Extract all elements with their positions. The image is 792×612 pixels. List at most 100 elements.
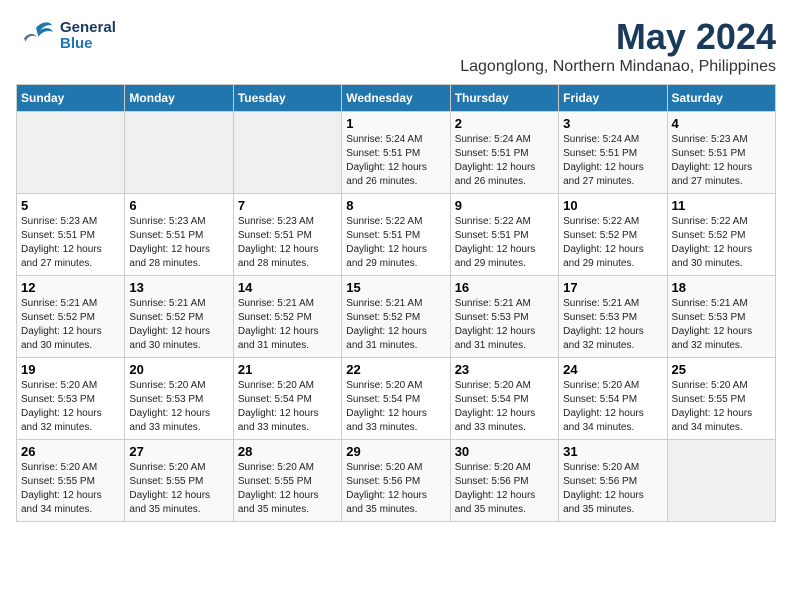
main-title: May 2024 [460,16,776,58]
calendar-cell-w5-d2: 27 Sunrise: 5:20 AMSunset: 5:55 PMDayligh… [125,440,233,522]
day-number: 5 [21,198,120,213]
day-info: Sunrise: 5:21 AMSunset: 5:52 PMDaylight:… [238,297,337,353]
calendar-cell-w3-d5: 16 Sunrise: 5:21 AMSunset: 5:53 PMDayligh… [450,276,558,358]
day-info: Sunrise: 5:22 AMSunset: 5:52 PMDaylight:… [563,215,662,271]
calendar-cell-w4-d1: 19 Sunrise: 5:20 AMSunset: 5:53 PMDayligh… [17,358,125,440]
header-monday: Monday [125,85,233,112]
header-tuesday: Tuesday [233,85,341,112]
calendar-cell-w2-d3: 7Sunrise: 5:23 AMSunset: 5:51 PMDaylight… [233,194,341,276]
day-number: 30 [455,444,554,459]
day-info: Sunrise: 5:20 AMSunset: 5:54 PMDaylight:… [346,379,445,435]
day-info: Sunrise: 5:24 AMSunset: 5:51 PMDaylight:… [455,133,554,189]
day-info: Sunrise: 5:20 AMSunset: 5:55 PMDaylight:… [672,379,771,435]
day-number: 29 [346,444,445,459]
calendar-cell-w1-d6: 3Sunrise: 5:24 AMSunset: 5:51 PMDaylight… [559,112,667,194]
calendar-cell-w2-d4: 8Sunrise: 5:22 AMSunset: 5:51 PMDaylight… [342,194,450,276]
day-number: 24 [563,362,662,377]
header-friday: Friday [559,85,667,112]
day-info: Sunrise: 5:21 AMSunset: 5:52 PMDaylight:… [346,297,445,353]
day-number: 21 [238,362,337,377]
day-info: Sunrise: 5:23 AMSunset: 5:51 PMDaylight:… [21,215,120,271]
day-info: Sunrise: 5:20 AMSunset: 5:55 PMDaylight:… [129,461,228,517]
day-number: 26 [21,444,120,459]
header-thursday: Thursday [450,85,558,112]
day-info: Sunrise: 5:23 AMSunset: 5:51 PMDaylight:… [129,215,228,271]
day-info: Sunrise: 5:20 AMSunset: 5:54 PMDaylight:… [455,379,554,435]
calendar-cell-w3-d1: 12Sunrise: 5:21 AMSunset: 5:52 PMDayligh… [17,276,125,358]
logo-blue-text: Blue [60,36,116,53]
subtitle: Lagonglong, Northern Mindanao, Philippin… [460,58,776,76]
day-number: 25 [672,362,771,377]
day-number: 7 [238,198,337,213]
day-number: 11 [672,198,771,213]
day-number: 2 [455,116,554,131]
calendar-cell-w1-d2 [125,112,233,194]
day-number: 16 [455,280,554,295]
title-area: May 2024 Lagonglong, Northern Mindanao, … [460,16,776,76]
day-number: 10 [563,198,662,213]
day-number: 31 [563,444,662,459]
week-row-1: 1 Sunrise: 5:24 AMSunset: 5:51 PMDaylight… [17,112,776,194]
calendar-cell-w4-d4: 22 Sunrise: 5:20 AMSunset: 5:54 PMDayligh… [342,358,450,440]
day-number: 9 [455,198,554,213]
calendar-cell-w4-d2: 20 Sunrise: 5:20 AMSunset: 5:53 PMDayligh… [125,358,233,440]
calendar-cell-w5-d6: 31 Sunrise: 5:20 AMSunset: 5:56 PMDayligh… [559,440,667,522]
day-info: Sunrise: 5:21 AMSunset: 5:53 PMDaylight:… [455,297,554,353]
day-info: Sunrise: 5:22 AMSunset: 5:52 PMDaylight:… [672,215,771,271]
day-info: Sunrise: 5:20 AMSunset: 5:53 PMDaylight:… [21,379,120,435]
calendar-table: Sunday Monday Tuesday Wednesday Thursday… [16,84,776,522]
calendar-cell-w2-d2: 6Sunrise: 5:23 AMSunset: 5:51 PMDaylight… [125,194,233,276]
day-number: 22 [346,362,445,377]
logo-general-text: General [60,20,116,37]
day-number: 28 [238,444,337,459]
day-info: Sunrise: 5:20 AMSunset: 5:53 PMDaylight:… [129,379,228,435]
calendar-cell-w5-d3: 28 Sunrise: 5:20 AMSunset: 5:55 PMDayligh… [233,440,341,522]
day-number: 4 [672,116,771,131]
day-info: Sunrise: 5:20 AMSunset: 5:56 PMDaylight:… [563,461,662,517]
calendar-cell-w4-d3: 21 Sunrise: 5:20 AMSunset: 5:54 PMDayligh… [233,358,341,440]
calendar-cell-w1-d5: 2 Sunrise: 5:24 AMSunset: 5:51 PMDaylight… [450,112,558,194]
logo-text: General Blue [60,20,116,53]
day-number: 20 [129,362,228,377]
calendar-cell-w1-d1 [17,112,125,194]
calendar-cell-w2-d6: 10 Sunrise: 5:22 AMSunset: 5:52 PMDayligh… [559,194,667,276]
calendar-cell-w3-d4: 15 Sunrise: 5:21 AMSunset: 5:52 PMDayligh… [342,276,450,358]
day-number: 3 [563,116,662,131]
header-saturday: Saturday [667,85,775,112]
day-number: 1 [346,116,445,131]
day-info: Sunrise: 5:21 AMSunset: 5:53 PMDaylight:… [672,297,771,353]
calendar-cell-w1-d7: 4 Sunrise: 5:23 AMSunset: 5:51 PMDaylight… [667,112,775,194]
calendar-cell-w3-d2: 13Sunrise: 5:21 AMSunset: 5:52 PMDayligh… [125,276,233,358]
day-info: Sunrise: 5:22 AMSunset: 5:51 PMDaylight:… [455,215,554,271]
day-info: Sunrise: 5:20 AMSunset: 5:54 PMDaylight:… [238,379,337,435]
day-number: 12 [21,280,120,295]
day-info: Sunrise: 5:23 AMSunset: 5:51 PMDaylight:… [672,133,771,189]
day-info: Sunrise: 5:24 AMSunset: 5:51 PMDaylight:… [346,133,445,189]
calendar-cell-w5-d5: 30 Sunrise: 5:20 AMSunset: 5:56 PMDayligh… [450,440,558,522]
calendar-cell-w1-d3 [233,112,341,194]
day-info: Sunrise: 5:20 AMSunset: 5:55 PMDaylight:… [21,461,120,517]
header-sunday: Sunday [17,85,125,112]
day-number: 27 [129,444,228,459]
calendar-cell-w4-d7: 25 Sunrise: 5:20 AMSunset: 5:55 PMDayligh… [667,358,775,440]
calendar-cell-w5-d4: 29 Sunrise: 5:20 AMSunset: 5:56 PMDayligh… [342,440,450,522]
week-row-4: 19 Sunrise: 5:20 AMSunset: 5:53 PMDayligh… [17,358,776,440]
week-row-3: 12 Sunrise: 5:21 AMSunset: 5:52 PMDayligh… [17,276,776,358]
day-number: 19 [21,362,120,377]
day-info: Sunrise: 5:20 AMSunset: 5:56 PMDaylight:… [455,461,554,517]
calendar-cell-w3-d7: 18 Sunrise: 5:21 AMSunset: 5:53 PMDayligh… [667,276,775,358]
calendar-cell-w3-d3: 14Sunrise: 5:21 AMSunset: 5:52 PMDayligh… [233,276,341,358]
calendar-cell-w1-d4: 1 Sunrise: 5:24 AMSunset: 5:51 PMDaylight… [342,112,450,194]
logo: General Blue [16,16,116,56]
day-number: 8 [346,198,445,213]
calendar-cell-w2-d5: 9 Sunrise: 5:22 AMSunset: 5:51 PMDaylight… [450,194,558,276]
day-number: 18 [672,280,771,295]
calendar-cell-w5-d1: 26 Sunrise: 5:20 AMSunset: 5:55 PMDayligh… [17,440,125,522]
day-info: Sunrise: 5:20 AMSunset: 5:56 PMDaylight:… [346,461,445,517]
day-info: Sunrise: 5:20 AMSunset: 5:55 PMDaylight:… [238,461,337,517]
day-info: Sunrise: 5:20 AMSunset: 5:54 PMDaylight:… [563,379,662,435]
logo-icon [16,16,56,56]
day-number: 23 [455,362,554,377]
day-number: 15 [346,280,445,295]
calendar-header-row: Sunday Monday Tuesday Wednesday Thursday… [17,85,776,112]
